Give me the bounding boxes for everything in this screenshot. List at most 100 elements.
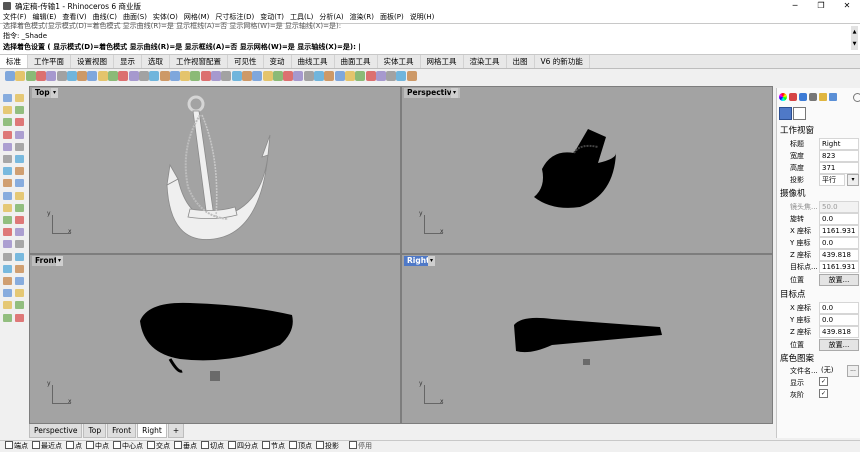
toolbar-tool-icon[interactable] [365,71,376,81]
value-target-y[interactable]: 0.0 [819,314,859,326]
viewport-tab-perspective[interactable]: Perspective [29,424,83,438]
snap-center[interactable]: 中心点 [113,441,143,452]
viewport-top[interactable]: Top ▾ x y [29,86,401,254]
left-tool-icon[interactable] [15,252,24,261]
left-tool-icon[interactable] [3,228,12,237]
toolbar-tool-icon[interactable] [283,71,294,81]
tab-select[interactable]: 选取 [142,55,170,68]
value-target-distance[interactable]: 1161.931 [819,261,859,273]
left-tool-icon[interactable] [15,216,24,224]
left-tool-icon[interactable] [3,130,12,139]
left-tool-icon[interactable] [3,313,12,322]
tab-standard[interactable]: 标准 [0,55,28,68]
tab-surface-tools[interactable]: 曲面工具 [335,55,378,68]
tab-set-view[interactable]: 设置视图 [71,55,114,68]
browse-file-button[interactable]: ... [847,365,859,377]
tab-cplanes[interactable]: 工作平面 [28,55,71,68]
toolbar-tool-icon[interactable] [252,71,263,81]
snap-vertex[interactable]: 顶点 [289,441,312,452]
toolbar-tool-icon[interactable] [396,71,407,81]
value-height[interactable]: 371 [819,162,859,174]
tab-drafting[interactable]: 出图 [507,55,535,68]
snap-near[interactable]: 最近点 [32,441,62,452]
left-tool-icon[interactable] [15,277,24,285]
snap-tangent[interactable]: 切点 [201,441,224,452]
toolbar-tool-icon[interactable] [169,71,180,81]
toolbar-tool-icon[interactable] [138,71,149,81]
toolbar-tool-icon[interactable] [25,71,36,81]
toolbar-tool-icon[interactable] [5,71,15,81]
toolbar-tool-icon[interactable] [15,71,26,81]
left-tool-icon[interactable] [3,106,12,115]
left-tool-icon[interactable] [3,142,12,151]
left-tool-icon[interactable] [15,191,24,200]
value-rotation[interactable]: 0.0 [819,213,859,225]
toolbar-tool-icon[interactable] [66,71,77,81]
camera-icon[interactable] [779,107,792,120]
toolbar-tool-icon[interactable] [159,71,170,81]
command-scroll-icon[interactable]: ▲ ▼ [851,26,858,50]
value-target-z[interactable]: 439.818 [819,326,859,338]
toolbar-tool-icon[interactable] [355,71,366,81]
toolbar-tool-icon[interactable] [46,71,57,81]
target-place-button[interactable]: 放置... [819,339,859,351]
left-tool-icon[interactable] [15,106,24,115]
tab-mesh-tools[interactable]: 网格工具 [421,55,464,68]
toolbar-tool-icon[interactable] [56,71,67,81]
left-tool-icon[interactable] [3,167,12,176]
maximize-button[interactable]: ❐ [808,0,834,12]
left-tool-icon[interactable] [15,118,24,127]
left-tool-icon[interactable] [3,252,12,261]
value-camera-y[interactable]: 0.0 [819,237,859,249]
left-tool-icon[interactable] [3,118,12,127]
snap-intersection[interactable]: 交点 [147,441,170,452]
value-target-x[interactable]: 0.0 [819,302,859,314]
snap-point[interactable]: 点 [66,441,82,452]
snap-perpendicular[interactable]: 垂点 [174,441,197,452]
toolbar-tool-icon[interactable] [272,71,283,81]
snap-quadrant[interactable]: 四分点 [228,441,258,452]
left-tool-icon[interactable] [3,216,12,224]
tab-display[interactable]: 显示 [114,55,142,68]
grayscale-checkbox[interactable]: ✓ [819,389,828,398]
add-viewport-tab-button[interactable]: + [167,424,185,438]
color-wheel-icon[interactable] [779,93,787,101]
left-tool-icon[interactable] [15,94,24,102]
toolbar-tool-icon[interactable] [221,71,232,81]
toolbar-tool-icon[interactable] [293,71,304,81]
tab-v6-new[interactable]: V6 的新功能 [535,55,590,68]
camera-place-button[interactable]: 放置... [819,274,859,286]
toolbar-tool-icon[interactable] [180,71,191,81]
toolbar-tool-icon[interactable] [231,71,242,81]
panel-settings-icon[interactable] [853,93,860,102]
value-camera-x[interactable]: 1161.931 [819,225,859,237]
left-tool-icon[interactable] [15,167,24,176]
left-tool-icon[interactable] [3,94,12,102]
left-tool-icon[interactable] [3,240,12,249]
left-tool-icon[interactable] [15,301,24,310]
tab-visibility[interactable]: 可见性 [228,55,264,68]
left-tool-icon[interactable] [15,203,24,212]
minimize-button[interactable]: ─ [782,0,808,12]
left-tool-icon[interactable] [15,264,24,273]
toolbar-tool-icon[interactable] [324,71,335,81]
left-tool-icon[interactable] [15,240,24,249]
value-camera-z[interactable]: 439.818 [819,249,859,261]
left-tool-icon[interactable] [15,228,24,237]
left-tool-icon[interactable] [15,179,24,188]
toolbar-tool-icon[interactable] [241,71,252,81]
tab-curve-tools[interactable]: 曲线工具 [292,55,335,68]
folder-icon[interactable] [819,93,827,101]
left-tool-icon[interactable] [15,289,24,298]
toolbar-tool-icon[interactable] [190,71,201,81]
toolbar-tool-icon[interactable] [262,71,273,81]
brush-icon[interactable] [809,93,817,101]
left-tool-icon[interactable] [15,313,24,322]
snap-mid[interactable]: 中点 [86,441,109,452]
value-title[interactable]: Right [819,138,859,150]
close-button[interactable]: ✕ [834,0,860,12]
snap-project[interactable]: 投影 [316,441,339,452]
viewport-tab-front[interactable]: Front [107,424,137,438]
tab-render-tools[interactable]: 渲染工具 [464,55,507,68]
layers-icon[interactable] [829,93,837,101]
